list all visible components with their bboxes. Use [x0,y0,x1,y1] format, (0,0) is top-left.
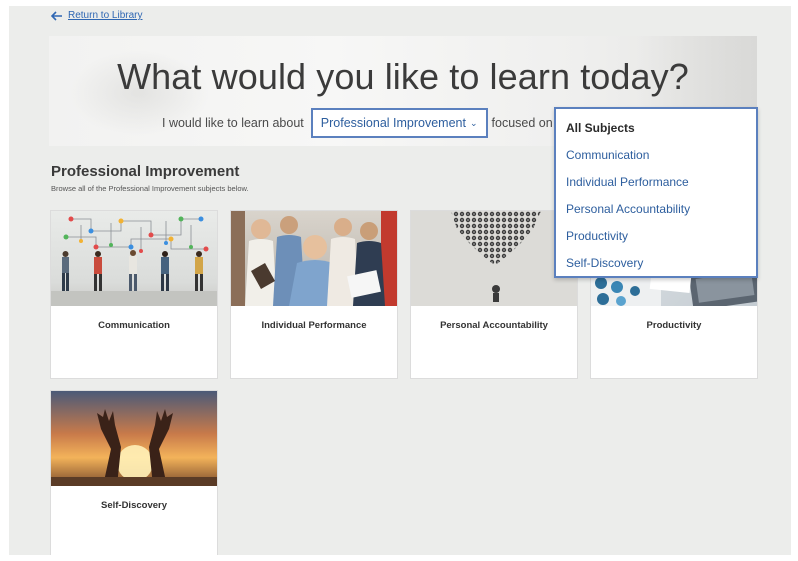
page-title: What would you like to learn today? [117,56,689,97]
section-subtitle: Browse all of the Professional Improveme… [51,184,249,193]
dropdown-option-individual-performance[interactable]: Individual Performance [556,169,756,196]
dropdown-option-communication[interactable]: Communication [556,142,756,169]
card-label: Productivity [646,320,702,331]
self-discovery-image [51,391,217,486]
card-label: Self-Discovery [100,500,167,511]
subject-card-individual-performance[interactable]: Individual Performance [230,210,398,379]
dropdown-option-personal-accountability[interactable]: Personal Accountability [556,196,756,223]
dropdown-option-all-subjects[interactable]: All Subjects [556,115,756,142]
subject-card-personal-accountability[interactable]: Personal Accountability [410,210,578,379]
return-to-library-link[interactable]: Return to Library [51,10,142,21]
chevron-down-icon: ⌄ [469,117,478,128]
dropdown-option-productivity[interactable]: Productivity [556,223,756,250]
subject-card-self-discovery[interactable]: Self-Discovery [50,390,218,555]
section-title: Professional Improvement [51,163,240,180]
card-label: Individual Performance [261,320,367,331]
sentence-suffix: focused on [491,116,553,130]
return-to-library-label: Return to Library [68,10,143,21]
learn-sentence: I would like to learn about Professional… [162,108,553,138]
dropdown-option-self-discovery[interactable]: Self-Discovery [556,250,756,277]
communication-image [51,211,217,306]
sentence-prefix: I would like to learn about [162,116,304,130]
card-label: Personal Accountability [440,320,548,331]
subject-category-value: Professional Improvement [320,116,466,130]
individual-performance-image [231,211,397,306]
subject-category-select[interactable]: Professional Improvement ⌄ [310,108,488,138]
arrow-left-icon [51,10,62,21]
card-label: Communication [98,320,170,331]
library-page: Return to Library What would you like to… [9,6,791,555]
subject-card-communication[interactable]: Communication [50,210,218,379]
subject-dropdown-menu: All Subjects Communication Individual Pe… [554,107,758,278]
personal-accountability-image [411,211,577,306]
